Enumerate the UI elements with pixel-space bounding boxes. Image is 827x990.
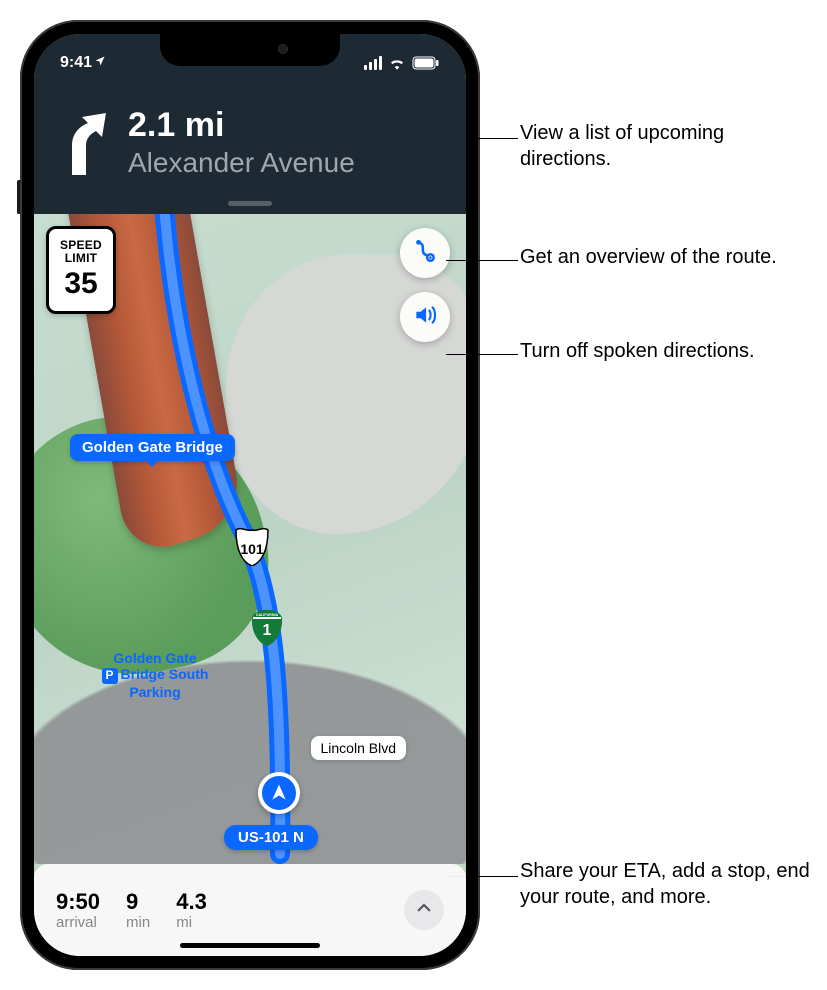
callout-leader (446, 260, 518, 261)
banner-grabber-icon[interactable] (228, 201, 272, 206)
callout-leader (446, 354, 518, 355)
svg-text:1: 1 (263, 622, 272, 639)
wifi-icon (388, 56, 406, 70)
status-time: 9:41 (60, 54, 92, 72)
minutes-value: 9 (126, 889, 150, 915)
miles-label: mi (176, 914, 207, 931)
miles-value: 4.3 (176, 889, 207, 915)
highway-shield-ca1: CALIFORNIA 1 (250, 608, 284, 646)
map-view[interactable]: SPEEDLIMIT 35 Golden Gate Bridge 101 CAL… (34, 214, 466, 864)
turn-right-icon (56, 111, 110, 175)
stat-arrival: 9:50 arrival (56, 889, 100, 931)
svg-text:101: 101 (240, 541, 264, 557)
next-turn-street: Alexander Avenue (128, 147, 355, 179)
poi-label-parking[interactable]: Golden Gate PBridge South Parking (90, 650, 220, 700)
next-turn-distance: 2.1 mi (128, 107, 355, 144)
location-services-icon (94, 55, 106, 70)
speed-limit-sign: SPEEDLIMIT 35 (46, 226, 116, 314)
arrival-label: arrival (56, 914, 100, 931)
route-overview-icon (412, 238, 438, 269)
phone-frame: 9:41 2.1 mi Alexander (20, 20, 480, 970)
callout-expand: Share your ETA, add a stop, end your rou… (520, 858, 820, 910)
poi-text: Golden Gate (113, 650, 196, 666)
street-label-lincoln: Lincoln Blvd (311, 736, 407, 760)
callout-audio: Turn off spoken directions. (520, 338, 755, 364)
home-indicator[interactable] (180, 943, 320, 948)
expand-route-card-button[interactable] (404, 890, 444, 930)
poi-text: Parking (129, 684, 180, 700)
route-road-pill: US-101 N (224, 825, 318, 850)
route-overview-button[interactable] (400, 228, 450, 278)
notch (160, 34, 340, 66)
stat-minutes: 9 min (126, 889, 150, 931)
parking-icon: P (102, 668, 118, 684)
highway-shield-101: 101 (234, 526, 270, 566)
svg-text:CALIFORNIA: CALIFORNIA (256, 613, 279, 617)
arrival-time: 9:50 (56, 889, 100, 915)
callout-overview: Get an overview of the route. (520, 244, 777, 270)
route-summary-card[interactable]: 9:50 arrival 9 min 4.3 mi (34, 864, 466, 956)
speed-limit-label-bottom: LIMIT (65, 251, 98, 265)
callout-directions-list: View a list of upcoming directions. (520, 120, 820, 172)
battery-icon (412, 56, 440, 70)
current-location-icon (258, 772, 300, 814)
minutes-label: min (126, 914, 150, 931)
speaker-icon (412, 302, 438, 333)
cell-signal-icon (364, 56, 382, 70)
screen: 9:41 2.1 mi Alexander (34, 34, 466, 956)
poi-text: Bridge South (121, 666, 209, 682)
place-label-golden-gate-bridge[interactable]: Golden Gate Bridge (70, 434, 235, 461)
chevron-up-icon (415, 899, 433, 922)
audio-toggle-button[interactable] (400, 292, 450, 342)
stat-miles: 4.3 mi (176, 889, 207, 931)
speed-limit-value: 35 (64, 267, 97, 301)
